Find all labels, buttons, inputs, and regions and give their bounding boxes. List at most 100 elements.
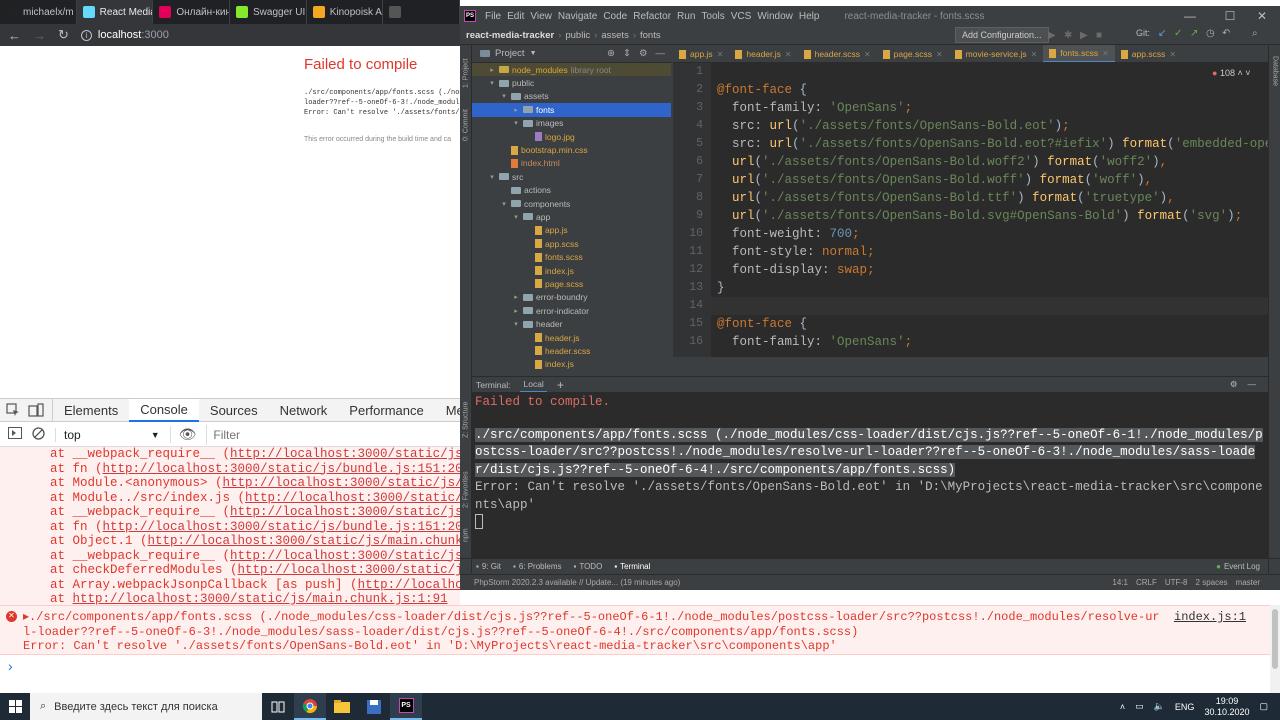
chevron-down-icon[interactable]: ▼ <box>530 50 537 57</box>
tree-item[interactable]: app.js <box>472 224 671 237</box>
gear-icon[interactable]: ⚙ <box>639 48 648 59</box>
error-text[interactable]: ▸./src/components/app/fonts.scss (./node… <box>23 610 1163 654</box>
coverage-icon[interactable]: ▶ <box>1080 30 1088 41</box>
console-input-area[interactable] <box>0 655 1270 693</box>
chrome-icon[interactable] <box>294 693 326 720</box>
menu-item[interactable]: Tools <box>698 11 727 22</box>
stack-link[interactable]: http://localhost:3000/static/js/bundle <box>230 447 460 461</box>
editor-tab[interactable]: header.scss ✕ <box>798 45 877 62</box>
stack-link[interactable]: http://localhost:3000/static/js/bundle.j… <box>103 520 460 534</box>
tree-item[interactable]: ▾ header <box>472 317 671 330</box>
status-item[interactable]: 2 spaces <box>1196 578 1228 587</box>
volume-icon[interactable]: 🔈 <box>1154 701 1165 712</box>
collapse-icon[interactable]: ⇕ <box>623 48 631 59</box>
hide-icon[interactable]: — <box>656 48 666 59</box>
tree-arrow-icon[interactable]: ▾ <box>488 173 496 181</box>
eye-icon[interactable]: 👁 <box>169 426 196 443</box>
code-line[interactable]: src: url('./assets/fonts/OpenSans-Bold.e… <box>711 117 1268 135</box>
tree-arrow-icon[interactable]: ▾ <box>512 213 520 221</box>
browser-tab[interactable]: michaelx/m <box>0 0 77 24</box>
devtools-tab[interactable]: Network <box>269 399 339 422</box>
git-push-icon[interactable]: ↗ <box>1190 28 1198 39</box>
menu-item[interactable]: Navigate <box>555 11 600 22</box>
code-line[interactable]: } <box>711 279 1268 297</box>
file-explorer-icon[interactable] <box>326 693 358 720</box>
stack-link[interactable]: http://localhost:3000/static/js/bundle.j… <box>103 462 460 476</box>
minimize-icon[interactable]: — <box>1172 6 1208 26</box>
tool-window-terminal[interactable]: ▪ Terminal <box>614 562 650 571</box>
close-tab-icon[interactable]: ✕ <box>717 50 724 59</box>
event-log-button[interactable]: ● Event Log <box>1216 562 1280 571</box>
devtools-tab[interactable]: Sources <box>199 399 269 422</box>
tree-item[interactable]: ▸ error-boundry <box>472 291 671 304</box>
clear-console-icon[interactable] <box>32 426 45 443</box>
reload-icon[interactable]: ↻ <box>58 27 69 43</box>
tree-item[interactable]: page.scss <box>472 277 671 290</box>
editor-tab[interactable]: app.scss ✕ <box>1115 45 1182 62</box>
editor-tab[interactable]: fonts.scss ✕ <box>1043 45 1115 62</box>
commit-tool-button[interactable]: 0: Commit <box>460 105 472 145</box>
network-icon[interactable]: ▭ <box>1135 701 1144 712</box>
editor-tab[interactable]: app.js ✕ <box>673 45 729 62</box>
start-button[interactable] <box>0 693 30 720</box>
warning-count[interactable]: ● 108 ˄ ˅ <box>1212 68 1251 78</box>
stack-link[interactable]: http://localhost:3000/static/js/bundl <box>238 563 460 577</box>
npm-tool-button[interactable]: npm <box>460 523 472 547</box>
terminal-output[interactable]: Failed to compile. ./src/components/app/… <box>472 392 1268 558</box>
stack-link[interactable]: http://localhost:3000/static/js/main.chu… <box>148 534 460 548</box>
tree-item[interactable]: ▸ node_modules library root <box>472 63 671 77</box>
notifications-icon[interactable]: ▢ <box>1259 701 1268 712</box>
browser-tab[interactable]: Kinopoisk A <box>307 0 384 24</box>
git-commit-icon[interactable]: ✓ <box>1174 28 1182 39</box>
info-icon[interactable]: i <box>80 29 92 41</box>
sidebar-toggle-icon[interactable] <box>8 427 22 442</box>
add-configuration-button[interactable]: Add Configuration... <box>955 27 1049 43</box>
console-prompt-icon[interactable]: › <box>8 658 13 674</box>
stack-link[interactable]: http://localhost:300 <box>358 578 460 592</box>
close-tab-icon[interactable]: ✕ <box>1102 49 1109 58</box>
code-line[interactable]: url('./assets/fonts/OpenSans-Bold.woff')… <box>711 171 1268 189</box>
editor-tab[interactable]: header.js ✕ <box>729 45 797 62</box>
stack-link[interactable]: http://localhost:3000/static/js/main.ch <box>223 476 460 490</box>
search-icon[interactable]: ⌕ <box>1252 28 1258 39</box>
tree-arrow-icon[interactable]: ▸ <box>512 293 520 301</box>
console-filter-input[interactable] <box>206 424 387 445</box>
clock[interactable]: 19:09 30.10.2020 <box>1204 696 1249 718</box>
locate-icon[interactable]: ⊕ <box>607 48 615 59</box>
stack-link[interactable]: http://localhost:3000/static/js/main.chu… <box>73 592 448 605</box>
code-line[interactable]: @font-face { <box>711 81 1268 99</box>
status-item[interactable]: master <box>1236 578 1260 587</box>
editor-tab[interactable]: page.scss ✕ <box>877 45 949 62</box>
tree-item[interactable]: logo.jpg <box>472 130 671 143</box>
menu-item[interactable]: View <box>527 11 555 22</box>
breadcrumb-item[interactable]: public <box>565 30 590 41</box>
code-line[interactable]: url('./assets/fonts/OpenSans-Bold.svg#Op… <box>711 207 1268 225</box>
tree-arrow-icon[interactable]: ▾ <box>512 320 520 328</box>
browser-tab[interactable]: Swagger UI <box>230 0 307 24</box>
tree-item[interactable]: ▾ src <box>472 170 671 183</box>
console-error-message[interactable]: ✕ ▸./src/components/app/fonts.scss (./no… <box>0 605 1280 655</box>
git-rollback-icon[interactable]: ↶ <box>1222 28 1230 39</box>
tree-item[interactable]: ▸ fonts <box>472 103 671 117</box>
error-source-link[interactable]: index.js:1 <box>1174 610 1246 625</box>
context-select[interactable]: top ▼ <box>55 427 160 442</box>
stack-link[interactable]: http://localhost:3000/static/js/mai <box>245 491 460 505</box>
breadcrumb-item[interactable]: react-media-tracker <box>466 30 554 41</box>
run-icon[interactable]: ▶ <box>1048 30 1056 41</box>
code-line[interactable]: font-family: 'OpenSans'; <box>711 333 1268 351</box>
close-tab-icon[interactable]: ✕ <box>785 50 792 59</box>
tree-item[interactable]: index.js <box>472 358 671 371</box>
tree-item[interactable]: bootstrap.min.css <box>472 143 671 156</box>
new-terminal-icon[interactable]: + <box>557 378 564 392</box>
status-item[interactable]: UTF-8 <box>1165 578 1188 587</box>
tree-item[interactable]: fonts.scss <box>472 250 671 263</box>
editor-tab[interactable]: movie-service.js ✕ <box>949 45 1044 62</box>
chevron-up-icon[interactable]: ˄ <box>1238 68 1243 78</box>
tree-item[interactable]: ▾ public <box>472 76 671 89</box>
tree-item[interactable]: app.scss <box>472 237 671 250</box>
close-tab-icon[interactable]: ✕ <box>864 50 871 59</box>
status-item[interactable]: CRLF <box>1136 578 1157 587</box>
tree-item[interactable]: actions <box>472 184 671 197</box>
close-tab-icon[interactable]: ✕ <box>1031 50 1038 59</box>
gear-icon[interactable]: ⚙ <box>1230 379 1238 390</box>
